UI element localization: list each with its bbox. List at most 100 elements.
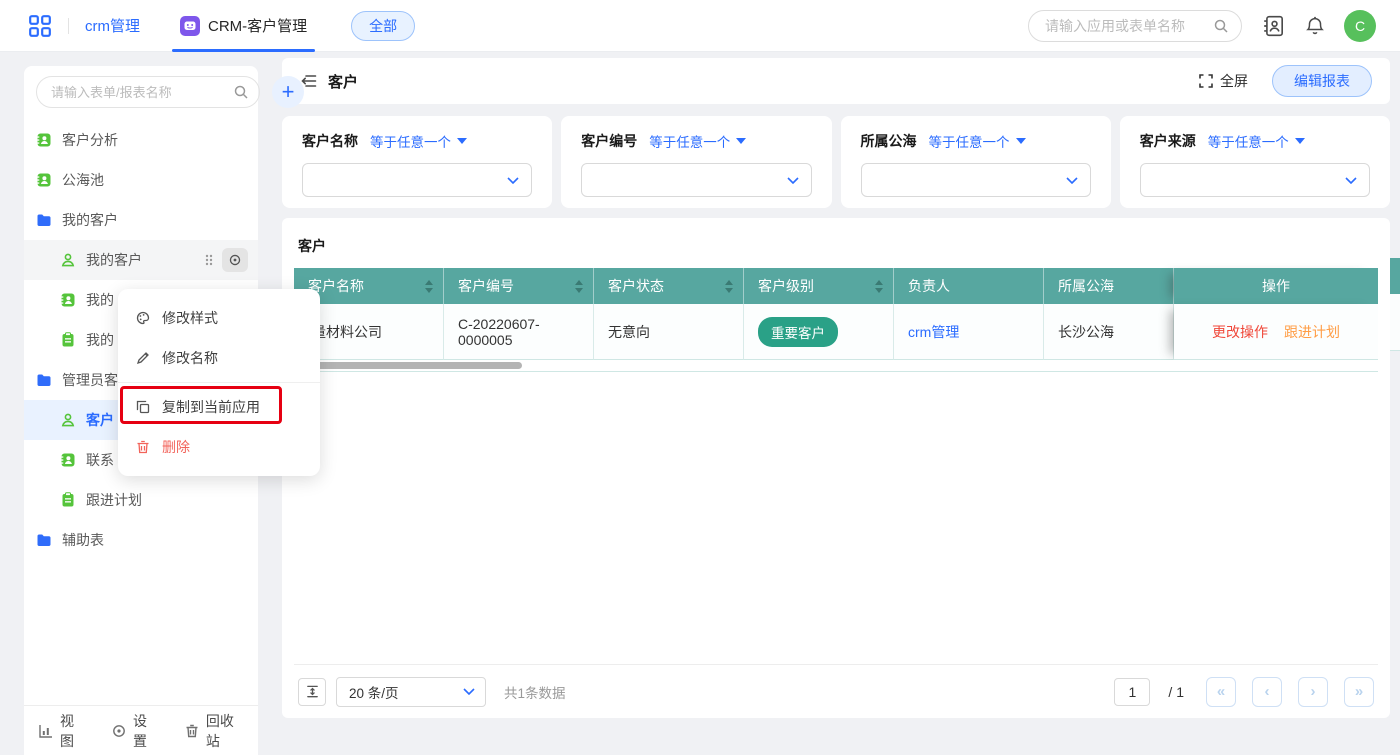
column-header-customer-no[interactable]: 客户编号 [444, 268, 594, 304]
settings-button[interactable]: 设置 [111, 711, 158, 751]
first-page-button[interactable]: « [1206, 677, 1236, 707]
gear-icon [111, 723, 127, 739]
user-avatar[interactable]: C [1344, 10, 1376, 42]
triangle-down-icon [736, 138, 746, 144]
global-search[interactable] [1028, 10, 1242, 42]
operator-label: 等于任意一个 [649, 131, 730, 151]
filter-operator[interactable]: 等于任意一个 [370, 131, 467, 151]
sidebar-item-label: 客户 [86, 410, 114, 430]
column-label: 客户级别 [758, 276, 814, 296]
column-header-owner[interactable]: 负责人 [894, 268, 1044, 304]
next-page-button[interactable]: › [1298, 677, 1328, 707]
table-title: 客户 [298, 236, 1374, 256]
folder-icon [36, 372, 52, 388]
edit-report-button[interactable]: 编辑报表 [1272, 65, 1372, 97]
change-operation-link[interactable]: 更改操作 [1212, 322, 1268, 342]
last-page-button[interactable]: » [1344, 677, 1374, 707]
column-header-pool[interactable]: 所属公海 [1044, 268, 1174, 304]
filter-customer-source: 客户来源 等于任意一个 [1120, 116, 1390, 208]
sidebar-folder-my-customers[interactable]: 我的客户 [24, 200, 258, 240]
workspace-link[interactable]: crm管理 [85, 15, 140, 36]
table-row[interactable]: 量材料公司 C-20220607-0000005 无意向 重要客户 crm管理 … [294, 304, 1378, 360]
sidebar-search[interactable] [36, 76, 260, 108]
sidebar-folder-auxiliary[interactable]: 辅助表 [24, 520, 258, 560]
filter-label: 客户名称 [302, 131, 358, 151]
sidebar-item-follow-plan[interactable]: 跟进计划 [24, 480, 258, 520]
cell-customer-no: C-20220607-0000005 [444, 304, 594, 360]
recycle-bin-label: 回收站 [206, 711, 244, 751]
menu-item-label: 修改样式 [162, 308, 218, 328]
view-header: 客户 全屏 编辑报表 [282, 58, 1390, 104]
views-button[interactable]: 视图 [38, 711, 85, 751]
filter-label: 客户来源 [1140, 131, 1196, 151]
bar-chart-icon [38, 723, 54, 739]
notifications-bell-icon[interactable] [1304, 14, 1326, 38]
add-form-button[interactable]: + [272, 76, 304, 108]
settings-label: 设置 [133, 711, 158, 751]
global-search-input[interactable] [1045, 18, 1205, 34]
prev-page-button[interactable]: ‹ [1252, 677, 1282, 707]
triangle-down-icon [457, 138, 467, 144]
filter-operator[interactable]: 等于任意一个 [1208, 131, 1305, 151]
scope-all-button[interactable]: 全部 [351, 11, 415, 41]
level-badge: 重要客户 [758, 317, 838, 347]
sort-icon[interactable] [425, 280, 433, 293]
folder-icon [36, 532, 52, 548]
table-empty-area [294, 372, 1378, 664]
sidebar-item-label: 我的 [86, 290, 114, 310]
apps-grid-icon[interactable] [28, 14, 52, 38]
page-size-select[interactable]: 20 条/页 [336, 677, 486, 707]
drag-handle-icon[interactable] [204, 253, 214, 267]
sidebar-item-label: 我的 [86, 330, 114, 350]
topbar: crm管理 CRM-客户管理 全部 C [0, 0, 1400, 52]
column-header-level[interactable]: 客户级别 [744, 268, 894, 304]
sidebar-item-label: 我的客户 [86, 250, 142, 270]
menu-item-label: 删除 [162, 437, 190, 457]
sort-icon[interactable] [875, 280, 883, 293]
sidebar-search-input[interactable] [51, 85, 227, 100]
menu-item-modify-style[interactable]: 修改样式 [118, 298, 320, 338]
filter-row: 客户名称 等于任意一个 客户编号 等于任意一个 所属公海 等于任意一个 客户来源… [282, 116, 1390, 208]
filter-operator[interactable]: 等于任意一个 [649, 131, 746, 151]
filter-value-select[interactable] [302, 163, 532, 197]
recycle-bin-button[interactable]: 回收站 [184, 711, 244, 751]
menu-item-label: 复制到当前应用 [162, 397, 260, 417]
tab-crm-customer-management[interactable]: CRM-客户管理 [170, 0, 317, 52]
owner-link[interactable]: crm管理 [908, 322, 959, 342]
column-label: 客户编号 [458, 276, 514, 296]
row-height-button[interactable] [298, 678, 326, 706]
sort-icon[interactable] [725, 280, 733, 293]
follow-plan-link[interactable]: 跟进计划 [1284, 322, 1340, 342]
page-size-value: 20 条/页 [349, 682, 399, 702]
total-pages-label: / 1 [1168, 684, 1184, 700]
chevron-down-icon [1066, 177, 1078, 184]
scrollbar-thumb[interactable] [300, 362, 522, 369]
view-title: 客户 [328, 71, 358, 92]
sidebar-item-my-customers-form[interactable]: 我的客户 [24, 240, 258, 280]
customer-table-card: 客户 客户名称 客户编号 客户状态 客户级别 负责人 所属公海 操作 量材料公司… [282, 218, 1390, 718]
contacts-icon[interactable] [1262, 14, 1286, 38]
sort-icon[interactable] [575, 280, 583, 293]
menu-item-rename[interactable]: 修改名称 [118, 338, 320, 378]
triangle-down-icon [1295, 138, 1305, 144]
menu-item-delete[interactable]: 删除 [118, 427, 320, 467]
sidebar-item-customer-analysis[interactable]: 客户分析 [24, 120, 258, 160]
filter-operator[interactable]: 等于任意一个 [929, 131, 1026, 151]
person-icon [60, 252, 76, 268]
person-icon [60, 412, 76, 428]
trash-icon [135, 439, 151, 455]
filter-public-pool: 所属公海 等于任意一个 [841, 116, 1111, 208]
menu-item-copy-to-app[interactable]: 复制到当前应用 [118, 387, 320, 427]
divider [68, 18, 69, 34]
sidebar-item-label: 公海池 [62, 170, 104, 190]
fullscreen-button[interactable]: 全屏 [1199, 71, 1248, 91]
page-number-input[interactable] [1114, 678, 1150, 706]
filter-value-select[interactable] [1140, 163, 1370, 197]
report-icon [60, 292, 76, 308]
item-settings-button[interactable] [222, 248, 248, 272]
sidebar-item-public-pool[interactable]: 公海池 [24, 160, 258, 200]
column-label: 负责人 [908, 276, 950, 296]
column-header-status[interactable]: 客户状态 [594, 268, 744, 304]
filter-value-select[interactable] [861, 163, 1091, 197]
filter-value-select[interactable] [581, 163, 811, 197]
